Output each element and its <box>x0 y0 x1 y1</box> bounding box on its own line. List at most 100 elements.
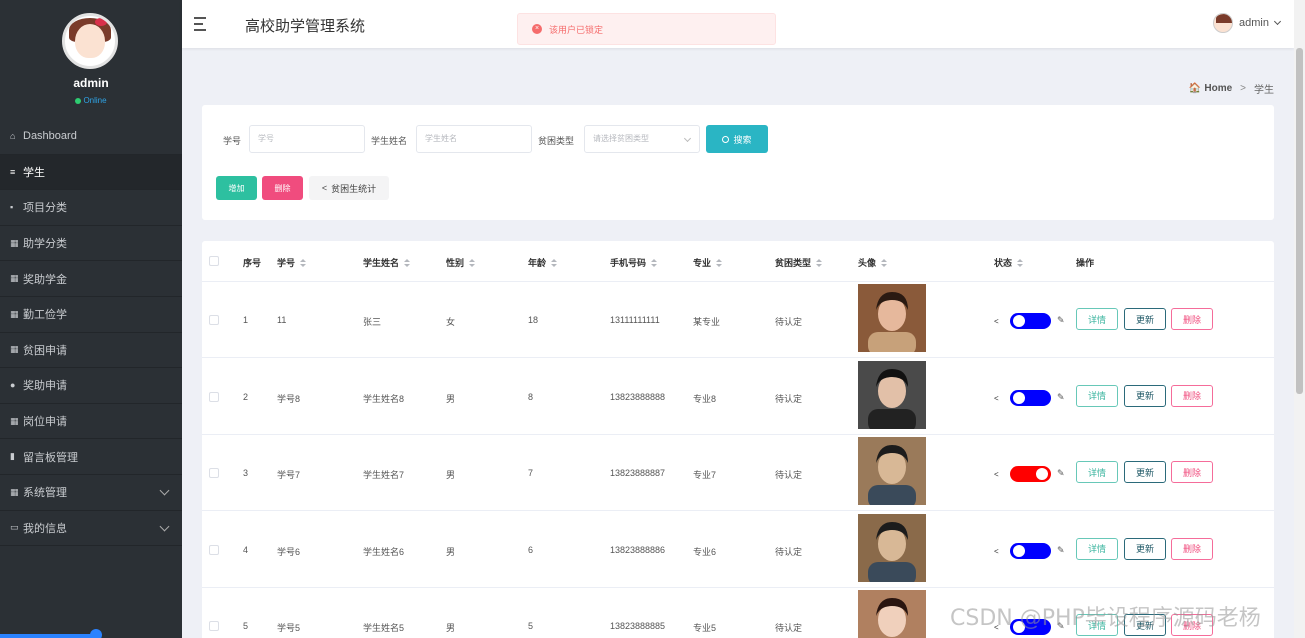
status-toggle[interactable] <box>1010 313 1051 329</box>
sidebar-item[interactable]: ▦ 助学分类 <box>0 226 182 262</box>
poverty-stats-button[interactable]: < 贫困生统计 <box>309 176 389 200</box>
cell-poverty: 待认定 <box>775 470 803 480</box>
online-dot-icon <box>75 97 82 104</box>
table-row: 1 11 张三女 18 13111111111 某专业 待认定 < ✎ 详情 更新 删除 <box>202 282 1274 358</box>
edit-icon[interactable]: ✎ <box>1057 545 1065 556</box>
breadcrumb: 🏠 Home > 学生 <box>1189 81 1274 96</box>
page-scrollbar[interactable] <box>1294 0 1305 638</box>
search-button[interactable]: 搜索 <box>706 125 768 153</box>
sidebar-item[interactable]: ▭ 我的信息 <box>0 511 182 547</box>
sidebar-item[interactable]: ▦ 岗位申请 <box>0 404 182 440</box>
sidebar-item-label: 奖助申请 <box>23 380 67 393</box>
column-header[interactable]: 贫困类型 <box>775 256 823 269</box>
status-toggle[interactable] <box>1010 542 1051 559</box>
column-header[interactable]: 头像 <box>858 256 888 269</box>
system-title: 高校助学管理系统 <box>245 18 366 35</box>
sidebar-item[interactable]: ▪ 项目分类 <box>0 190 182 226</box>
column-header[interactable]: 性别 <box>446 256 476 269</box>
table-row: 4 学号6 学生姓名6 男 6 13823888886 专业6 待认定 < ✎ 详情 更新 删除 <box>202 512 1274 588</box>
student-name-input[interactable]: 学生姓名 <box>416 125 532 153</box>
sort-icon[interactable] <box>716 259 723 268</box>
column-header[interactable]: 年龄 <box>528 256 558 269</box>
sidebar-item[interactable]: ⌂ Dashboard <box>0 119 182 155</box>
column-header[interactable]: 学生姓名 <box>363 256 411 269</box>
cell-age: 18 <box>528 315 539 325</box>
column-header[interactable]: 状态 <box>994 256 1024 269</box>
select-all-checkbox[interactable] <box>209 256 219 266</box>
cell-name: 学生姓名7 <box>363 470 405 480</box>
update-button[interactable]: 更新 <box>1124 384 1166 407</box>
cell-idx: 4 <box>243 544 249 555</box>
detail-button[interactable]: 详情 <box>1076 384 1118 407</box>
sort-icon[interactable] <box>1017 259 1024 268</box>
remove-button[interactable]: 删除 <box>1171 461 1213 483</box>
share-icon[interactable]: < <box>994 394 999 403</box>
sidebar-item[interactable]: ▦ 贫困申请 <box>0 333 182 369</box>
sidebar-item[interactable]: ▦ 系统管理 <box>0 475 182 511</box>
cell-no: 学号8 <box>277 393 301 404</box>
cell-major: 某专业 <box>693 317 721 327</box>
poverty-type-select[interactable]: 请选择贫困类型 <box>584 125 700 153</box>
edit-icon[interactable]: ✎ <box>1057 468 1065 479</box>
menu-toggle-icon[interactable] <box>194 17 208 31</box>
table-row: 3 学号7 学生姓名7 男 7 13823888887 专业7 待认定 < ✎ 详情 更新 删除 <box>202 435 1274 511</box>
sort-icon[interactable] <box>300 259 307 268</box>
remove-button[interactable]: 删除 <box>1171 537 1213 560</box>
update-button[interactable]: 更新 <box>1124 461 1166 483</box>
sort-icon[interactable] <box>404 259 411 268</box>
sidebar-item[interactable]: ▦ 勤工俭学 <box>0 297 182 333</box>
column-header[interactable]: 学号 <box>277 256 307 269</box>
remove-button[interactable]: 删除 <box>1171 308 1213 330</box>
cell-no: 11 <box>277 315 287 325</box>
update-button[interactable]: 更新 <box>1124 537 1166 560</box>
row-checkbox[interactable] <box>209 544 219 555</box>
detail-button[interactable]: 详情 <box>1076 461 1118 483</box>
watermark: CSDN @PHP毕设程序源码老杨 <box>950 606 1261 631</box>
student-no-input[interactable]: 学号 <box>249 125 365 153</box>
error-icon: × <box>532 24 542 34</box>
sort-icon[interactable] <box>551 259 558 268</box>
cell-age: 5 <box>528 621 534 631</box>
cell-major: 专业8 <box>693 393 717 404</box>
share-icon[interactable]: < <box>994 547 999 556</box>
cell-major: 专业5 <box>693 623 717 633</box>
add-button[interactable]: 增加 <box>216 176 257 200</box>
column-header[interactable]: 手机号码 <box>610 256 658 269</box>
menu-item-icon: ▦ <box>10 344 19 355</box>
delete-button[interactable]: 删除 <box>262 176 303 200</box>
detail-button[interactable]: 详情 <box>1076 308 1118 330</box>
cell-phone: 13823888887 <box>610 468 666 478</box>
edit-icon[interactable]: ✎ <box>1057 315 1065 326</box>
row-checkbox[interactable] <box>209 391 219 402</box>
student-no-label: 学号 <box>223 136 242 146</box>
chevron-down-icon <box>159 521 170 531</box>
share-icon[interactable]: < <box>994 470 999 479</box>
status-toggle[interactable] <box>1010 466 1051 482</box>
edit-icon[interactable]: ✎ <box>1057 392 1065 403</box>
detail-button[interactable]: 详情 <box>1076 537 1118 560</box>
column-header: 序号 <box>243 258 262 268</box>
row-checkbox[interactable] <box>209 315 219 325</box>
column-header[interactable]: 专业 <box>693 256 723 269</box>
sort-icon[interactable] <box>469 259 476 268</box>
sidebar-item[interactable]: ● 奖助申请 <box>0 368 182 404</box>
cell-phone: 13823888885 <box>610 621 666 631</box>
cell-gender: 女 <box>446 317 456 327</box>
remove-button[interactable]: 删除 <box>1171 384 1213 407</box>
status-toggle[interactable] <box>1010 389 1051 406</box>
row-checkbox[interactable] <box>209 468 219 478</box>
scrollbar-thumb[interactable] <box>1296 48 1303 394</box>
sort-icon[interactable] <box>651 259 658 268</box>
row-checkbox[interactable] <box>209 621 219 631</box>
sidebar-item[interactable]: ▦ 奖助学金 <box>0 261 182 297</box>
sidebar-item[interactable]: ≡ 学生 <box>0 154 182 191</box>
student-name-label: 学生姓名 <box>371 136 408 146</box>
sort-icon[interactable] <box>881 259 888 268</box>
breadcrumb-home[interactable]: Home <box>1204 83 1232 94</box>
sidebar-item[interactable]: ▮ 留言板管理 <box>0 439 182 475</box>
home-icon: 🏠 <box>1188 83 1202 94</box>
sort-icon[interactable] <box>816 259 823 268</box>
share-icon[interactable]: < <box>994 317 999 326</box>
update-button[interactable]: 更新 <box>1124 308 1166 330</box>
user-dropdown[interactable]: admin <box>1213 13 1282 33</box>
